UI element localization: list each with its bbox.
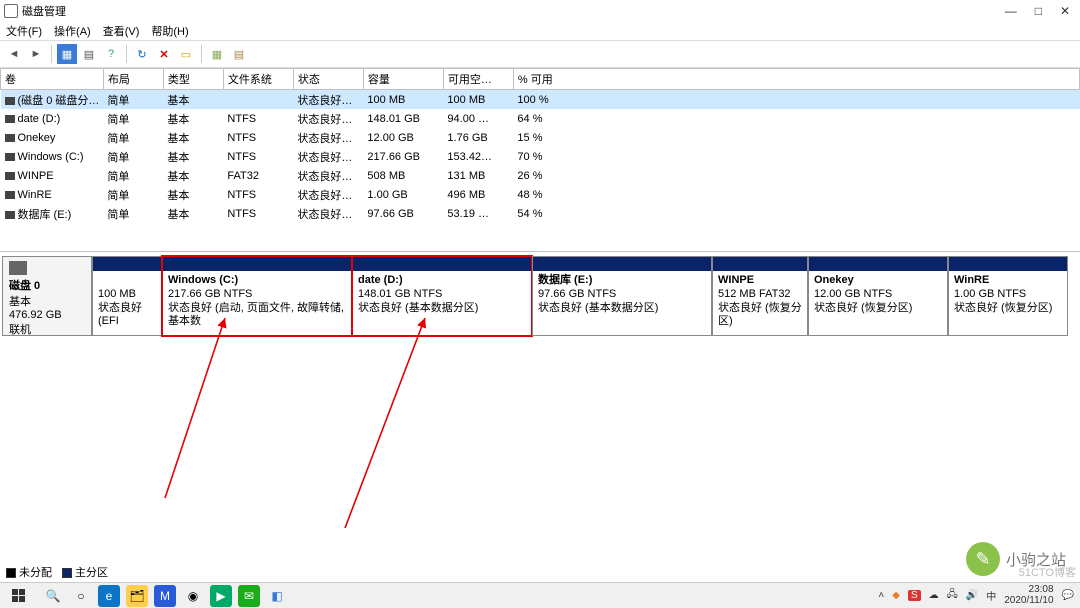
delete-button[interactable]: ✕ <box>154 44 174 64</box>
edge-icon[interactable]: e <box>98 585 120 607</box>
col-free[interactable]: 可用空… <box>443 69 513 90</box>
col-capacity[interactable]: 容量 <box>363 69 443 90</box>
table-row[interactable]: date (D:)简单基本NTFS状态良好…148.01 GB94.00 …64… <box>1 109 1080 128</box>
watermark-2: 51CTO博客 <box>1019 564 1076 580</box>
table-row[interactable]: WinRE简单基本NTFS状态良好…1.00 GB496 MB48 % <box>1 185 1080 204</box>
forward-button[interactable]: ► <box>26 44 46 64</box>
legend-primary: 主分区 <box>75 567 108 579</box>
disk-name: 磁盘 0 <box>9 280 40 292</box>
tray-app-icon[interactable]: ◆ <box>892 590 900 601</box>
maximize-button[interactable]: □ <box>1035 4 1042 18</box>
clock[interactable]: 23:08 2020/11/10 <box>1004 585 1053 606</box>
tray-lang-icon[interactable]: 中 <box>986 588 996 603</box>
disk-type: 基本 <box>9 296 31 308</box>
cortana-icon[interactable]: ○ <box>70 585 92 607</box>
disk-graphical-view: 磁盘 0 基本 476.92 GB 联机 100 MB状态良好 (EFIWind… <box>0 252 1080 582</box>
system-tray[interactable]: ˄ ◆ S ☁ 🖧 🔊 中 23:08 2020/11/10 💬 <box>878 585 1080 606</box>
toolbar: ◄ ► ▦ ▤ ? ↻ ✕ ▭ ▦ ▤ <box>0 40 1080 68</box>
clock-time: 23:08 <box>1004 585 1053 596</box>
back-button[interactable]: ◄ <box>4 44 24 64</box>
col-layout[interactable]: 布局 <box>103 69 163 90</box>
disk-row[interactable]: 磁盘 0 基本 476.92 GB 联机 100 MB状态良好 (EFIWind… <box>2 256 1078 336</box>
help-icon[interactable]: ? <box>101 44 121 64</box>
partition-block[interactable]: 数据库 (E:)97.66 GB NTFS状态良好 (基本数据分区) <box>532 256 712 336</box>
partition-block[interactable]: date (D:)148.01 GB NTFS状态良好 (基本数据分区) <box>352 256 532 336</box>
menu-bar: 文件(F) 操作(A) 查看(V) 帮助(H) <box>0 22 1080 40</box>
col-status[interactable]: 状态 <box>293 69 363 90</box>
disk-icon <box>9 261 27 275</box>
disk-state: 联机 <box>9 324 31 336</box>
table-row[interactable]: 数据库 (E:)简单基本NTFS状态良好…97.66 GB53.19 …54 % <box>1 204 1080 223</box>
col-type[interactable]: 类型 <box>163 69 223 90</box>
refresh-button[interactable]: ↻ <box>132 44 152 64</box>
disk-size: 476.92 GB <box>9 309 62 321</box>
table-row[interactable]: WINPE简单基本FAT32状态良好…508 MB131 MB26 % <box>1 166 1080 185</box>
properties-button[interactable]: ▭ <box>176 44 196 64</box>
menu-action[interactable]: 操作(A) <box>54 23 91 39</box>
windows-icon <box>12 589 26 603</box>
legend-unallocated: 未分配 <box>19 567 52 579</box>
menu-view[interactable]: 查看(V) <box>103 23 140 39</box>
view-button-1[interactable]: ▦ <box>57 44 77 64</box>
explorer-icon[interactable]: 🗂 <box>126 585 148 607</box>
clock-date: 2020/11/10 <box>1004 596 1053 607</box>
col-fs[interactable]: 文件系统 <box>223 69 293 90</box>
app-icon-2[interactable]: ◧ <box>266 585 288 607</box>
partition-block[interactable]: Onekey12.00 GB NTFS状态良好 (恢复分区) <box>808 256 948 336</box>
app-icon-1[interactable]: M <box>154 585 176 607</box>
list-button[interactable]: ▦ <box>207 44 227 64</box>
minimize-button[interactable]: — <box>1005 4 1017 18</box>
wechat-icon[interactable]: ✉ <box>238 585 260 607</box>
window-title: 磁盘管理 <box>22 3 66 19</box>
start-button[interactable] <box>0 583 38 608</box>
partition-block[interactable]: WinRE1.00 GB NTFS状态良好 (恢复分区) <box>948 256 1068 336</box>
menu-file[interactable]: 文件(F) <box>6 23 42 39</box>
table-row[interactable]: Windows (C:)简单基本NTFS状态良好…217.66 GB153.42… <box>1 147 1080 166</box>
menu-help[interactable]: 帮助(H) <box>151 23 188 39</box>
watermark-icon: ✎ <box>966 542 1000 576</box>
grid-button[interactable]: ▤ <box>229 44 249 64</box>
search-icon[interactable]: 🔍 <box>42 585 64 607</box>
tray-network-icon[interactable]: 🖧 <box>947 587 958 604</box>
partition-block[interactable]: 100 MB状态良好 (EFI <box>92 256 162 336</box>
volume-list[interactable]: 卷 布局 类型 文件系统 状态 容量 可用空… % 可用 (磁盘 0 磁盘分…简… <box>0 68 1080 252</box>
table-row[interactable]: Onekey简单基本NTFS状态良好…12.00 GB1.76 GB15 % <box>1 128 1080 147</box>
store-icon[interactable]: ▶ <box>210 585 232 607</box>
tray-volume-icon[interactable]: 🔊 <box>966 590 978 601</box>
col-volume[interactable]: 卷 <box>1 69 104 90</box>
tray-input-icon[interactable]: S <box>908 590 921 601</box>
partition-block[interactable]: WINPE512 MB FAT32状态良好 (恢复分区) <box>712 256 808 336</box>
app-icon <box>4 4 18 18</box>
taskbar[interactable]: 🔍 ○ e 🗂 M ◉ ▶ ✉ ◧ ˄ ◆ S ☁ 🖧 🔊 中 23:08 20… <box>0 582 1080 608</box>
table-row[interactable]: (磁盘 0 磁盘分…简单基本状态良好…100 MB100 MB100 % <box>1 90 1080 110</box>
view-button-2[interactable]: ▤ <box>79 44 99 64</box>
partition-block[interactable]: Windows (C:)217.66 GB NTFS状态良好 (启动, 页面文件… <box>162 256 352 336</box>
title-bar: 磁盘管理 — □ ✕ <box>0 0 1080 22</box>
tray-up-icon[interactable]: ˄ <box>878 590 884 601</box>
disk-label[interactable]: 磁盘 0 基本 476.92 GB 联机 <box>2 256 92 336</box>
close-button[interactable]: ✕ <box>1060 4 1070 18</box>
legend: 未分配 主分区 <box>6 564 108 580</box>
notifications-icon[interactable]: 💬 <box>1062 590 1074 601</box>
chrome-icon[interactable]: ◉ <box>182 585 204 607</box>
tray-cloud-icon[interactable]: ☁ <box>929 590 939 601</box>
col-pctfree[interactable]: % 可用 <box>513 69 1079 90</box>
